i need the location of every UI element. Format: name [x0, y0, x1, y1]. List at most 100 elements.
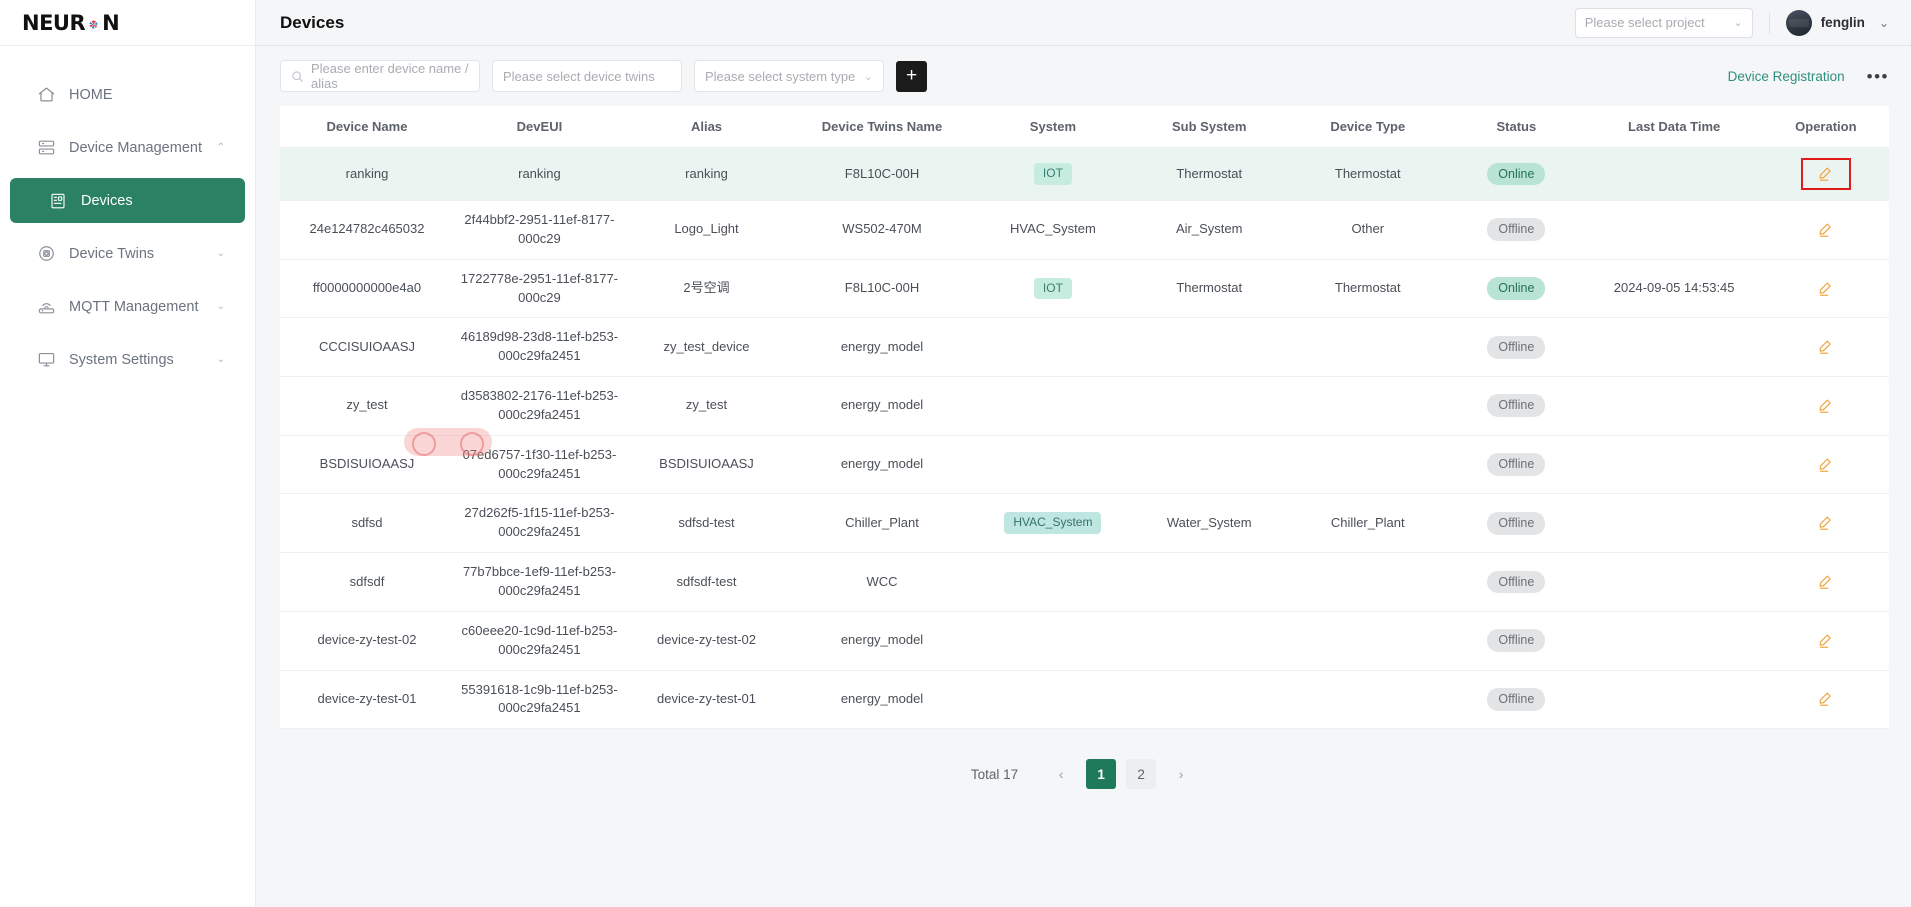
table-row[interactable]: ff0000000000e4a0 1722778e-2951-11ef-8177-… — [280, 259, 1889, 319]
devices-icon — [48, 191, 68, 211]
cell-operation — [1762, 259, 1889, 319]
system-settings-icon — [36, 350, 56, 370]
search-icon — [291, 70, 304, 83]
cell-alias: BSDISUIOAASJ — [624, 435, 789, 495]
divider — [1768, 11, 1770, 34]
cell-system: IOT — [975, 147, 1130, 201]
cell-status: Online — [1447, 147, 1586, 201]
edit-button[interactable] — [1801, 625, 1851, 657]
page-button-1[interactable]: 1 — [1086, 759, 1117, 790]
system-type-select[interactable]: Please select system type ⌄ — [694, 60, 884, 92]
app-root: NEUR N HOME Device Management ⌃ Devices … — [0, 0, 1911, 907]
sidebar-item-system-settings[interactable]: System Settings ⌄ — [10, 337, 245, 382]
cell-deveui: 55391618-1c9b-11ef-b253-000c29fa2451 — [453, 670, 625, 730]
cell-alias: zy_test — [624, 376, 789, 436]
cell-last-data-time — [1585, 670, 1763, 730]
cell-deveui: 46189d98-23d8-11ef-b253-000c29fa2451 — [453, 317, 625, 378]
table-row[interactable]: ranking ranking ranking F8L10C-00H IOT Thermo… — [280, 147, 1889, 201]
edit-button[interactable] — [1801, 214, 1851, 246]
table-row[interactable]: BSDISUIOAASJ 07ed6757-1f30-11ef-b253-000c… — [280, 435, 1889, 495]
project-select[interactable]: Please select project ⌄ — [1574, 7, 1753, 38]
sidebar-item-label: HOME — [69, 86, 113, 103]
edit-pencil-icon — [1817, 573, 1835, 591]
sidebar-item-device-management[interactable]: Device Management ⌃ — [10, 125, 245, 170]
sidebar-item-mqtt-management[interactable]: MQTT Management ⌄ — [10, 284, 245, 329]
devices-table-container: Device Name DevEUI Alias Device Twins Na… — [280, 106, 1889, 730]
cell-device-name: device-zy-test-01 — [280, 670, 454, 730]
search-input[interactable]: Please enter device name / alias — [280, 60, 480, 92]
brand-logo[interactable]: NEUR N — [0, 0, 255, 46]
edit-button[interactable] — [1800, 158, 1851, 190]
column-header-system: System — [975, 106, 1130, 148]
more-options-icon[interactable]: ••• — [1867, 68, 1889, 85]
cell-system — [975, 435, 1130, 495]
sidebar-item-device-twins[interactable]: Device Twins ⌄ — [10, 231, 245, 276]
cell-alias: sdfsdf-test — [624, 552, 789, 612]
sidebar: NEUR N HOME Device Management ⌃ Devices … — [0, 0, 256, 907]
cell-system: HVAC_System — [975, 200, 1130, 260]
sidebar-item-label: MQTT Management — [69, 298, 199, 315]
cell-operation — [1762, 670, 1889, 730]
cell-last-data-time — [1585, 493, 1763, 554]
sidebar-item-label: Device Management — [69, 139, 202, 156]
cell-operation — [1762, 376, 1889, 436]
cell-device-twins-name: energy_model — [788, 435, 976, 495]
cell-last-data-time — [1585, 435, 1763, 495]
device-registration-link[interactable]: Device Registration — [1728, 69, 1845, 84]
status-badge: Online — [1487, 277, 1546, 300]
table-row[interactable]: device-zy-test-01 55391618-1c9b-11ef-b253… — [280, 670, 1889, 730]
sidebar-item-devices[interactable]: Devices — [10, 178, 245, 223]
page-button-2[interactable]: 2 — [1126, 759, 1157, 790]
sidebar-item-label: Devices — [81, 192, 133, 209]
add-button[interactable]: + — [896, 60, 927, 92]
chevron-down-icon: ⌄ — [863, 70, 873, 83]
cell-alias: 2号空调 — [624, 259, 789, 319]
prev-page-button[interactable]: ‹ — [1046, 759, 1076, 789]
edit-pencil-icon — [1817, 632, 1835, 650]
edit-button[interactable] — [1801, 683, 1851, 715]
status-badge: Offline — [1487, 687, 1546, 711]
column-header-device-type: Device Type — [1288, 106, 1448, 148]
edit-button[interactable] — [1801, 449, 1851, 481]
table-row[interactable]: sdfsd 27d262f5-1f15-11ef-b253-000c29fa245… — [280, 493, 1889, 554]
cell-device-type — [1288, 435, 1448, 495]
column-header-alias: Alias — [624, 106, 789, 148]
table-row[interactable]: 24e124782c465032 2f44bbf2-2951-11ef-8177-… — [280, 200, 1889, 260]
table-row[interactable]: device-zy-test-02 c60eee20-1c9d-11ef-b253… — [280, 611, 1889, 671]
edit-button[interactable] — [1801, 273, 1851, 305]
top-bar-right: Please select project ⌄ fenglin ⌄ — [1574, 7, 1889, 38]
sidebar-item-label: System Settings — [69, 351, 174, 368]
cell-device-type: Other — [1288, 200, 1448, 260]
cell-device-type — [1288, 376, 1448, 436]
search-input-placeholder: Please enter device name / alias — [311, 61, 469, 91]
table-row[interactable]: zy_test d3583802-2176-11ef-b253-000c29fa2… — [280, 376, 1889, 436]
edit-button[interactable] — [1801, 507, 1851, 539]
device-twins-select[interactable]: Please select device twins — [492, 60, 682, 92]
cell-device-name: 24e124782c465032 — [280, 200, 454, 260]
edit-button[interactable] — [1801, 566, 1851, 598]
cell-status: Offline — [1447, 670, 1586, 730]
column-header-device-name: Device Name — [280, 106, 454, 148]
cell-operation — [1762, 200, 1889, 260]
table-header: Device Name DevEUI Alias Device Twins Na… — [280, 106, 1889, 148]
cell-status: Offline — [1447, 611, 1586, 671]
cell-device-twins-name: WS502-470M — [788, 200, 976, 260]
top-bar: Devices Please select project ⌄ fenglin … — [256, 0, 1911, 46]
user-menu[interactable]: fenglin ⌄ — [1785, 9, 1889, 36]
sidebar-item-home[interactable]: HOME — [10, 72, 245, 117]
cell-operation — [1762, 147, 1889, 201]
cell-alias: sdfsd-test — [624, 493, 789, 554]
table-row[interactable]: CCCISUIOAASJ 46189d98-23d8-11ef-b253-000c… — [280, 317, 1889, 378]
neuron-logo-icon: NEUR N — [22, 11, 120, 35]
cell-deveui: c60eee20-1c9d-11ef-b253-000c29fa2451 — [453, 611, 625, 671]
cell-status: Online — [1447, 259, 1586, 319]
cell-device-twins-name: energy_model — [788, 611, 976, 671]
cell-alias: device-zy-test-02 — [624, 611, 789, 671]
cell-deveui: 1722778e-2951-11ef-8177-000c29 — [453, 259, 625, 319]
edit-button[interactable] — [1801, 331, 1851, 363]
edit-button[interactable] — [1801, 390, 1851, 422]
next-page-button[interactable]: › — [1166, 759, 1196, 789]
table-row[interactable]: sdfsdf 77b7bbce-1ef9-11ef-b253-000c29fa24… — [280, 552, 1889, 612]
cell-operation — [1762, 435, 1889, 495]
edit-pencil-icon — [1817, 397, 1835, 415]
